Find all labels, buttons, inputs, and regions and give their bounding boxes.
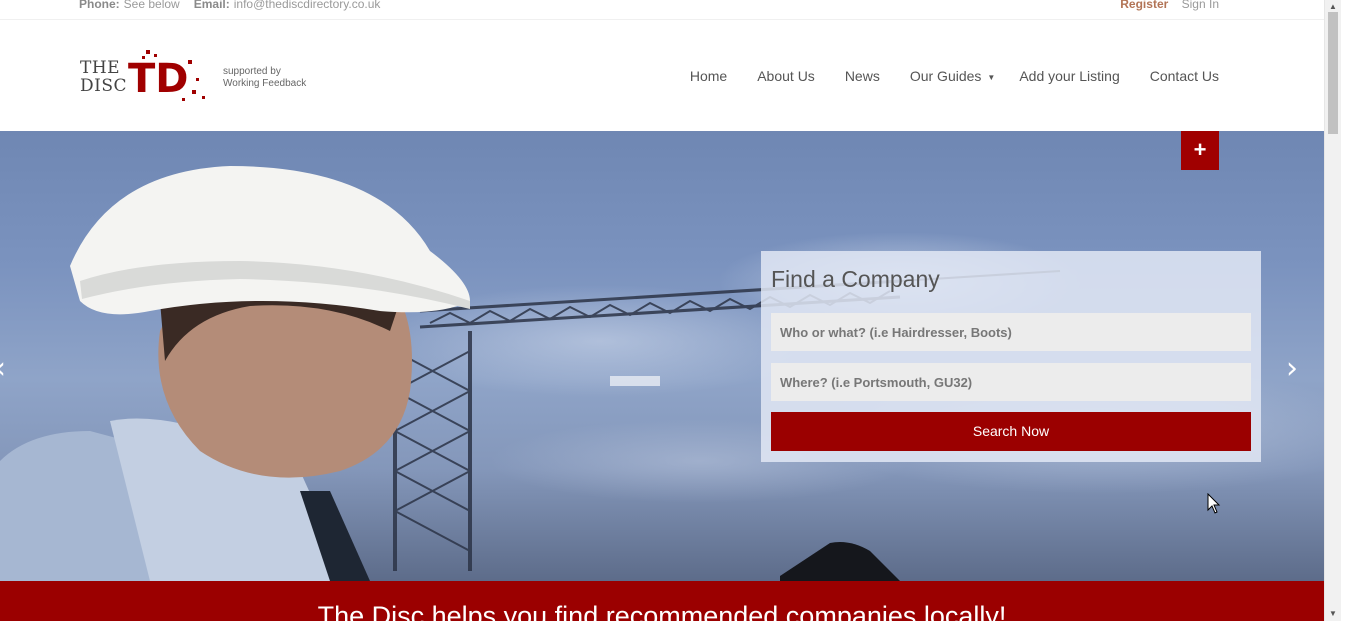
logo-text-disc: DISC <box>80 76 127 96</box>
nav-contact-us[interactable]: Contact Us <box>1150 68 1219 84</box>
phone-value: See below <box>123 0 180 11</box>
page-scrollbar[interactable]: ▲ ▼ <box>1324 0 1341 621</box>
logo-mark-text: TD <box>128 56 189 102</box>
main-nav: Home About Us News Our Guides ▼ Add your … <box>660 68 1219 84</box>
email-label: Email: <box>193 0 230 11</box>
scroll-down-icon[interactable]: ▼ <box>1329 609 1337 618</box>
chevron-down-icon: ▼ <box>987 72 996 82</box>
site-logo[interactable]: THE DISC TD <box>80 48 215 104</box>
top-contact-bar: Phone: See below Email: info@thediscdirecto… <box>0 0 1324 20</box>
find-company-panel: Find a Company Search Now <box>761 251 1261 462</box>
expand-button[interactable]: + <box>1181 131 1219 170</box>
nav-our-guides[interactable]: Our Guides ▼ <box>909 68 996 84</box>
scrollbar-thumb[interactable] <box>1328 12 1338 134</box>
contact-info: Phone: See below Email: info@thediscdirecto… <box>79 0 380 11</box>
what-search-input[interactable] <box>771 313 1251 351</box>
nav-about-us[interactable]: About Us <box>757 68 815 84</box>
scroll-up-icon[interactable]: ▲ <box>1329 2 1337 11</box>
supported-by-label: supported by <box>223 66 281 77</box>
account-links: Register Sign In <box>1120 0 1219 11</box>
page: Phone: See below Email: info@thediscdirecto… <box>0 0 1324 621</box>
email-link[interactable]: info@thediscdirectory.co.uk <box>234 0 381 11</box>
mouse-cursor-icon <box>1207 493 1221 514</box>
nav-news[interactable]: News <box>845 68 880 84</box>
tagline-band: The Disc helps you find recommended comp… <box>0 581 1324 621</box>
slider-prev-icon[interactable]: ‹ <box>0 351 6 386</box>
logo-td-mark: TD <box>128 50 205 102</box>
site-header: THE DISC TD supported by Working Feedbac… <box>0 20 1324 131</box>
logo-text-the: THE <box>80 58 121 78</box>
phone-label: Phone: <box>79 0 120 11</box>
nav-home[interactable]: Home <box>690 68 727 84</box>
sign-in-link[interactable]: Sign In <box>1182 0 1219 11</box>
nav-add-listing[interactable]: Add your Listing <box>1019 68 1119 84</box>
supported-by: supported by Working Feedback <box>223 66 306 90</box>
find-company-title: Find a Company <box>771 266 940 292</box>
search-now-button[interactable]: Search Now <box>771 412 1251 451</box>
supported-by-name[interactable]: Working Feedback <box>223 78 306 90</box>
slider-next-icon[interactable]: › <box>1286 351 1298 386</box>
tagline-text: The Disc helps you find recommended comp… <box>317 601 1007 621</box>
nav-our-guides-label: Our Guides <box>909 68 982 84</box>
register-link[interactable]: Register <box>1120 0 1168 11</box>
where-search-input[interactable] <box>771 363 1251 401</box>
